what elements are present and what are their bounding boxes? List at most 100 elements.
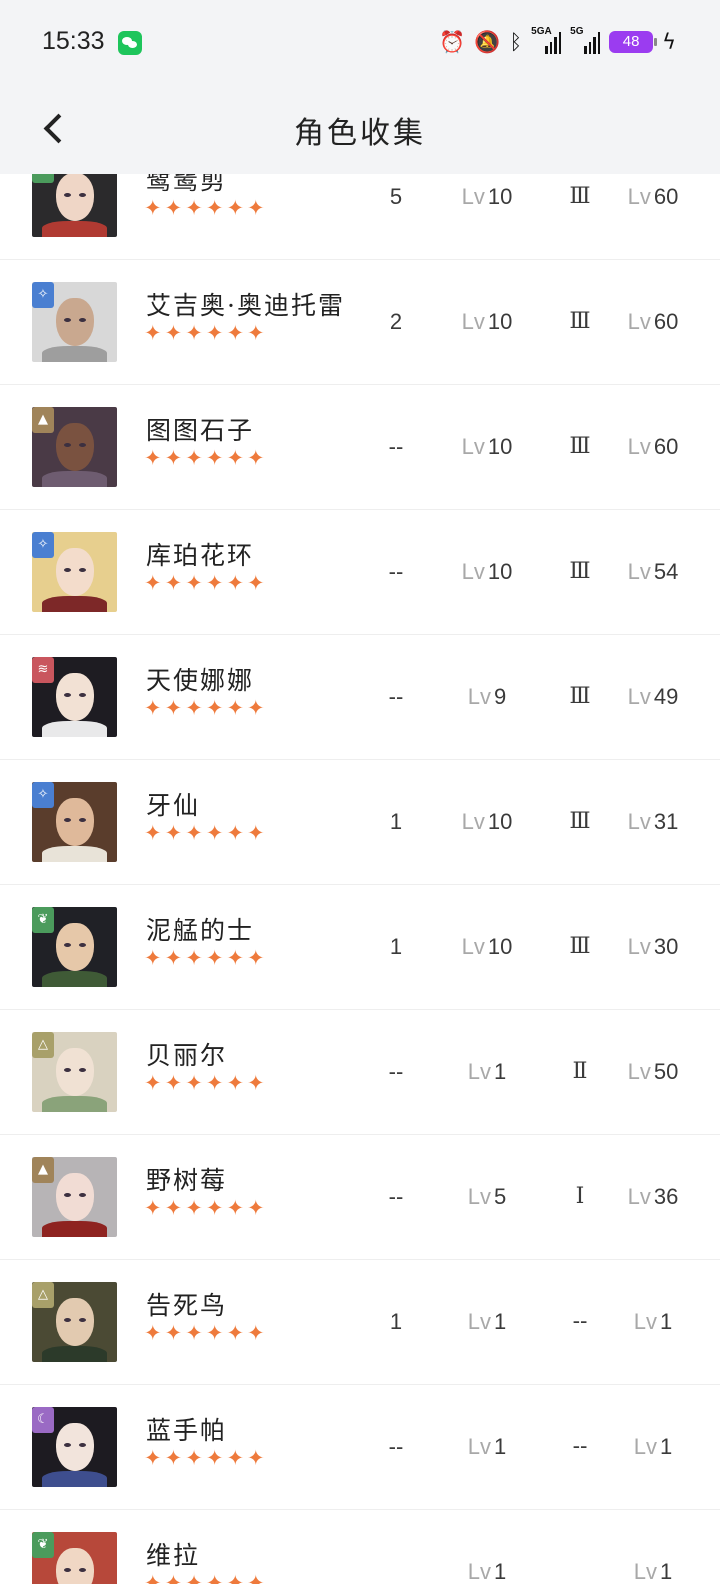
star-icon: ✦ bbox=[185, 821, 203, 845]
character-name: 库珀花环 bbox=[146, 541, 255, 570]
star-icon: ✦ bbox=[226, 321, 245, 345]
skill-level: Lv 10 bbox=[461, 184, 513, 209]
clock: 15:33 bbox=[42, 27, 105, 55]
star-icon: ✦ bbox=[144, 946, 162, 970]
list-item[interactable]: ▲ 野树莓 ✦ ✦ ✦ ✦ ✦ ✦ -- Lv 5 Ⅰ Lv 36 bbox=[0, 1135, 720, 1260]
mountain-icon: ▲ bbox=[32, 407, 54, 433]
signal-label: 5GA bbox=[531, 26, 552, 37]
mountain-icon: ▲ bbox=[32, 1157, 54, 1183]
ascension-tier: Ⅲ bbox=[569, 434, 591, 459]
flame-icon: ≋ bbox=[32, 657, 54, 683]
star-icon: ✦ bbox=[144, 196, 162, 220]
star-icon: ✦ bbox=[164, 821, 183, 845]
star-icon: ✦ bbox=[185, 946, 203, 970]
character-portrait: ☾ bbox=[32, 1407, 117, 1487]
list-item[interactable]: ❀鹭鸶剪✦✦✦✦✦✦5Lv10ⅢLv60 bbox=[0, 174, 720, 260]
star-icon: ✦ bbox=[205, 946, 224, 970]
star-icon: ✦ bbox=[185, 571, 203, 595]
star-icon: ✦ bbox=[226, 1321, 245, 1345]
list-item[interactable]: ❦ 泥艋的士 ✦ ✦ ✦ ✦ ✦ ✦ 1 Lv 10 Ⅲ Lv 30 bbox=[0, 885, 720, 1010]
star-icon: ✦ bbox=[185, 321, 203, 345]
constellation-value: 1 bbox=[389, 1309, 403, 1334]
list-item[interactable]: ✧ 艾吉奥·奥迪托雷 ✦ ✦ ✦ ✦ ✦ ✦ 2 Lv 10 Ⅲ Lv 60 bbox=[0, 260, 720, 385]
list-item[interactable]: ≋ 天使娜娜 ✦ ✦ ✦ ✦ ✦ ✦ -- Lv 9 Ⅲ Lv 49 bbox=[0, 635, 720, 760]
constellation-value: -- bbox=[388, 1059, 404, 1084]
character-name: 艾吉奥·奥迪托雷 bbox=[146, 291, 345, 320]
character-name: 告死鸟 bbox=[146, 1291, 228, 1320]
star-rating: ✦ ✦ ✦ ✦ ✦ ✦ bbox=[144, 945, 265, 971]
skill-level: Lv 10 bbox=[461, 559, 513, 584]
star-icon: ✦ bbox=[164, 446, 183, 470]
skill-level: Lv 1 bbox=[467, 1059, 507, 1084]
star-icon: ✦ bbox=[247, 446, 265, 470]
skill-level: Lv 10 bbox=[461, 434, 513, 459]
star-icon: ✦ bbox=[164, 321, 183, 345]
star-icon: ✦ bbox=[144, 571, 162, 595]
character-name: 野树莓 bbox=[146, 1166, 228, 1195]
star-icon: ✦ bbox=[205, 821, 224, 845]
star-rating: ✦ ✦ ✦ ✦ ✦ ✦ bbox=[144, 1570, 265, 1584]
leaf-icon: ❦ bbox=[32, 1532, 54, 1558]
star-icon: ✦ bbox=[226, 196, 245, 220]
constellation-value: -- bbox=[388, 684, 404, 709]
pyramid-icon: △ bbox=[32, 1032, 54, 1058]
star-rating: ✦ ✦ ✦ ✦ ✦ ✦ bbox=[144, 695, 265, 721]
character-level: Lv 50 bbox=[627, 1059, 679, 1084]
star-icon: ✦ bbox=[164, 696, 183, 720]
ascension-tier: Ⅲ bbox=[569, 309, 591, 334]
star-rating: ✦ ✦ ✦ ✦ ✦ ✦ bbox=[144, 570, 265, 596]
star-icon: ✦ bbox=[164, 1571, 183, 1584]
nature-icon: ❀ bbox=[32, 174, 54, 183]
star-icon: ✦ bbox=[144, 446, 162, 470]
constellation-value: -- bbox=[388, 559, 404, 584]
list-item[interactable]: ✧ 库珀花环 ✦ ✦ ✦ ✦ ✦ ✦ -- Lv 10 Ⅲ Lv 54 bbox=[0, 510, 720, 635]
star-icon: ✦ bbox=[226, 571, 245, 595]
star-icon: ✦ bbox=[144, 1196, 162, 1220]
star-rating: ✦ ✦ ✦ ✦ ✦ ✦ bbox=[144, 1195, 265, 1221]
star-icon: ✦ bbox=[247, 1571, 265, 1584]
star-icon: ✦ bbox=[247, 1071, 265, 1095]
character-list[interactable]: ❀鹭鸶剪✦✦✦✦✦✦5Lv10ⅢLv60✧艾吉奥·奥迪托雷✦✦✦✦✦✦2Lv10… bbox=[0, 174, 720, 1584]
list-item[interactable]: ▲ 图图石子 ✦ ✦ ✦ ✦ ✦ ✦ -- Lv 10 Ⅲ Lv 60 bbox=[0, 385, 720, 510]
skill-level: Lv 10 bbox=[461, 809, 513, 834]
list-item[interactable]: ☾ 蓝手帕 ✦ ✦ ✦ ✦ ✦ ✦ -- Lv 1 -- Lv 1 bbox=[0, 1385, 720, 1510]
character-portrait: ✧ bbox=[32, 782, 117, 862]
list-item[interactable]: ✧ 牙仙 ✦ ✦ ✦ ✦ ✦ ✦ 1 Lv 10 Ⅲ Lv 31 bbox=[0, 760, 720, 885]
skill-level: Lv 1 bbox=[467, 1309, 507, 1334]
ascension-tier: Ⅲ bbox=[569, 809, 591, 834]
character-level: Lv 49 bbox=[627, 684, 679, 709]
ascension-tier: Ⅲ bbox=[569, 684, 591, 709]
skill-level: Lv 10 bbox=[461, 934, 513, 959]
star-icon: ✦ bbox=[226, 946, 245, 970]
star-icon: ✦ bbox=[164, 571, 183, 595]
star-icon: ✦ bbox=[185, 1196, 203, 1220]
constellation-value: 1 bbox=[389, 809, 403, 834]
ascension-tier bbox=[550, 1510, 610, 1584]
character-name: 蓝手帕 bbox=[146, 1416, 228, 1445]
star-icon: ✦ bbox=[205, 446, 224, 470]
star-rating: ✦ ✦ ✦ ✦ ✦ ✦ bbox=[144, 820, 265, 846]
star-icon: ✦ bbox=[226, 1071, 245, 1095]
constellation-value: 5 bbox=[389, 184, 403, 209]
list-item[interactable]: △ 贝丽尔 ✦ ✦ ✦ ✦ ✦ ✦ -- Lv 1 Ⅱ Lv 50 bbox=[0, 1010, 720, 1135]
star-icon: ✦ bbox=[164, 196, 183, 220]
star-icon: ✦ bbox=[247, 696, 265, 720]
list-item[interactable]: ❦ 维拉 ✦ ✦ ✦ ✦ ✦ ✦ Lv 1 Lv 1 bbox=[0, 1510, 720, 1584]
constellation-value bbox=[366, 1510, 426, 1584]
character-level: Lv 36 bbox=[627, 1184, 679, 1209]
star-icon: ✦ bbox=[226, 821, 245, 845]
list-item[interactable]: △ 告死鸟 ✦ ✦ ✦ ✦ ✦ ✦ 1 Lv 1 -- Lv 1 bbox=[0, 1260, 720, 1385]
star-icon: ✦ bbox=[205, 571, 224, 595]
star-icon: ✦ bbox=[185, 446, 203, 470]
star-compass-icon: ✧ bbox=[32, 532, 54, 558]
character-name: 贝丽尔 bbox=[146, 1041, 228, 1070]
ascension-tier: Ⅱ bbox=[572, 1059, 588, 1084]
skill-level: Lv 9 bbox=[467, 684, 507, 709]
star-icon: ✦ bbox=[205, 196, 224, 220]
star-icon: ✦ bbox=[205, 1571, 224, 1584]
page-header: 角色收集 bbox=[0, 86, 720, 174]
bluetooth-icon: ᛒ bbox=[509, 30, 523, 54]
star-icon: ✦ bbox=[185, 1446, 203, 1470]
star-icon: ✦ bbox=[226, 446, 245, 470]
skill-level: Lv 1 bbox=[467, 1559, 507, 1584]
